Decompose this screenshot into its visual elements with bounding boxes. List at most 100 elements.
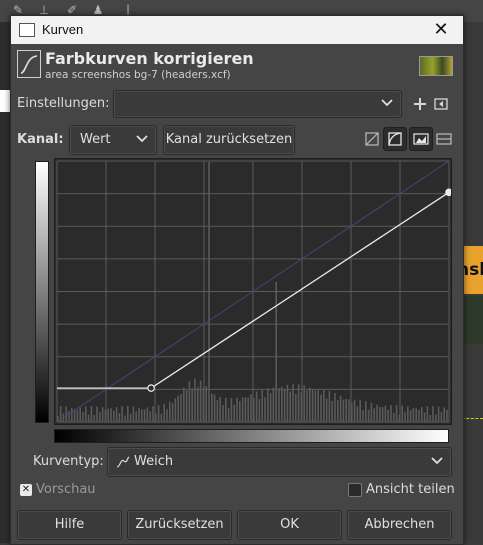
histogram-bar [440,411,443,422]
histogram-bar [93,414,95,422]
plus-icon[interactable] [411,95,429,113]
histogram-bar [127,406,129,422]
histogram-bar [194,378,196,422]
histogram-bar [303,385,305,422]
histogram-bar [174,398,177,422]
histogram-bar [230,398,233,422]
histogram-bar [356,406,359,422]
histogram-bar [367,409,370,422]
histogram-bar [107,408,109,422]
histogram-bar [446,409,448,422]
split-view-label: Ansicht teilen [366,482,455,497]
ok-button[interactable]: OK [237,510,342,540]
histogram-bar [110,408,112,422]
histogram-bar [90,406,93,422]
histogram-bar [191,388,193,422]
histogram-bar [177,395,179,422]
help-button[interactable]: Hilfe [17,510,122,540]
histogram-bar [379,406,381,422]
histogram-bar [99,412,101,422]
cancel-button[interactable]: Abbrechen [347,510,452,540]
channel-combo[interactable]: Wert [69,125,157,155]
channel-label: Kanal: [17,132,64,147]
histogram-bar [295,393,297,422]
histogram-bar [401,405,403,422]
histogram-bar [101,407,104,422]
histogram-bar [283,389,286,422]
chevron-down-icon [136,135,148,143]
histogram-bar [71,408,73,422]
histogram-bar [359,400,361,422]
curve-type-combo[interactable]: Weich [107,447,452,477]
histogram-bar [331,400,333,422]
settings-combo[interactable] [113,90,402,118]
curves-icon [17,50,41,78]
reset-channel-button[interactable]: Kanal zurücksetzen [163,125,295,155]
histogram-bar [233,404,235,422]
histogram-bar [395,405,398,422]
title-bar[interactable]: Kurven ✕ [11,16,463,44]
curve-graph[interactable] [55,159,453,424]
window-icon [19,23,35,37]
histogram-bar [166,409,168,422]
histogram-bar [211,393,213,422]
histogram-bar [171,403,174,422]
reset-button[interactable]: Zurücksetzen [127,510,232,540]
histogram-bar [328,391,331,422]
preview-label: Vorschau [36,482,96,497]
histogram-bar [426,406,429,422]
histogram-bar [362,410,364,422]
histogram-bar [435,414,437,422]
histogram-bar [82,412,84,422]
histogram-bar [213,394,216,422]
histogram-bar [345,398,347,422]
histogram-bar [281,386,283,422]
histogram-bar [244,397,247,422]
histogram-bar [169,401,171,422]
histogram-bar [289,391,291,422]
preset-menu-icon[interactable] [432,95,450,113]
close-button[interactable]: ✕ [419,16,463,44]
histogram-bar [236,397,238,422]
histogram-bar [146,407,149,422]
preview-checkbox[interactable]: ✕ [20,484,32,496]
histogram-bar [258,398,261,422]
histogram-bar [183,387,185,422]
curve-control-point[interactable] [147,384,155,392]
histogram-bar [269,393,272,422]
split-view-checkbox[interactable] [348,483,362,497]
histogram-alt-view-icon[interactable] [433,128,455,150]
curve-type-label: Kurventyp: [33,454,104,469]
histogram-bar [384,405,387,422]
histogram-bar [309,387,311,422]
curve-editor[interactable] [54,158,453,425]
chevron-down-icon [431,457,443,465]
histogram-bar [241,397,244,422]
log-histogram-icon[interactable] [383,127,407,151]
histogram-bar [219,396,221,422]
histogram-bar [68,411,70,422]
histogram-bar [255,391,258,422]
histogram-bar [124,415,126,422]
histogram-bar [264,397,266,422]
histogram-bar [225,397,227,422]
histogram-bar [121,406,123,422]
histogram-bar [443,407,445,422]
histogram-bar [135,411,137,422]
histogram-bar [342,399,345,422]
histogram-bar [163,403,165,422]
histogram-bar [87,414,90,422]
dialog-subtitle: area screenshos bg-7 (headers.xcf) [45,69,231,81]
curve-type-value: Weich [134,454,174,469]
histogram-bar [278,388,280,422]
curve-control-point[interactable] [445,188,453,197]
histogram-bar [205,386,207,422]
vertical-value-gradient [35,161,49,423]
histogram-bar [423,412,426,422]
linear-histogram-icon[interactable] [361,128,383,150]
image-thumbnail [419,56,453,76]
histogram-bar [432,405,434,422]
histogram-bar [160,413,163,422]
histogram-view-icon[interactable] [409,127,433,151]
histogram-bar [272,387,275,422]
